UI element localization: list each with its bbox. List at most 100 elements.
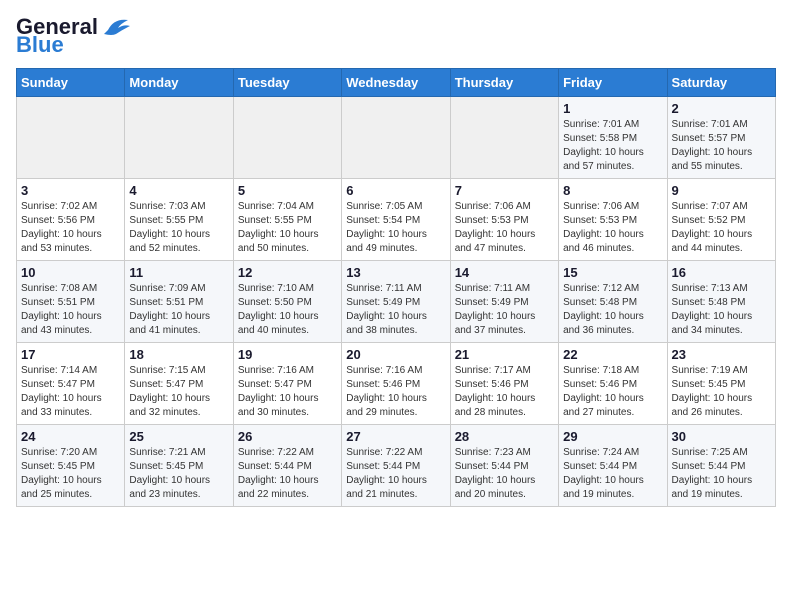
day-info: Sunrise: 7:24 AMSunset: 5:44 PMDaylight:… [563, 446, 662, 502]
week-row-2: 3 Sunrise: 7:02 AMSunset: 5:56 PMDaylight… [17, 179, 776, 261]
calendar-cell: 29 Sunrise: 7:24 AMSunset: 5:44 PMDayligh… [559, 425, 667, 507]
day-number: 28 [455, 429, 554, 444]
calendar-cell [450, 97, 558, 179]
calendar-cell: 1 Sunrise: 7:01 AMSunset: 5:58 PMDaylight… [559, 97, 667, 179]
day-number: 6 [346, 183, 445, 198]
day-number: 29 [563, 429, 662, 444]
day-info: Sunrise: 7:10 AMSunset: 5:50 PMDaylight:… [238, 282, 337, 338]
day-number: 3 [21, 183, 120, 198]
calendar-cell: 2 Sunrise: 7:01 AMSunset: 5:57 PMDaylight… [667, 97, 775, 179]
calendar-cell: 8Sunrise: 7:06 AMSunset: 5:53 PMDaylight… [559, 179, 667, 261]
day-number: 17 [21, 347, 120, 362]
day-info: Sunrise: 7:23 AMSunset: 5:44 PMDaylight:… [455, 446, 554, 502]
day-number: 26 [238, 429, 337, 444]
calendar-cell: 14Sunrise: 7:11 AMSunset: 5:49 PMDayligh… [450, 261, 558, 343]
logo: General Blue [16, 16, 132, 56]
day-number: 1 [563, 101, 662, 116]
calendar-cell: 23 Sunrise: 7:19 AMSunset: 5:45 PMDayligh… [667, 343, 775, 425]
day-number: 20 [346, 347, 445, 362]
calendar-cell: 9 Sunrise: 7:07 AMSunset: 5:52 PMDaylight… [667, 179, 775, 261]
day-info: Sunrise: 7:14 AMSunset: 5:47 PMDaylight:… [21, 364, 120, 420]
day-info: Sunrise: 7:08 AMSunset: 5:51 PMDaylight:… [21, 282, 120, 338]
day-info: Sunrise: 7:03 AMSunset: 5:55 PMDaylight:… [129, 200, 228, 256]
logo-blue-text: Blue [16, 34, 64, 56]
calendar-cell: 6 Sunrise: 7:05 AMSunset: 5:54 PMDaylight… [342, 179, 450, 261]
day-info: Sunrise: 7:15 AMSunset: 5:47 PMDaylight:… [129, 364, 228, 420]
calendar-cell [233, 97, 341, 179]
day-info: Sunrise: 7:05 AMSunset: 5:54 PMDaylight:… [346, 200, 445, 256]
calendar-cell: 3 Sunrise: 7:02 AMSunset: 5:56 PMDaylight… [17, 179, 125, 261]
day-number: 10 [21, 265, 120, 280]
day-info: Sunrise: 7:13 AMSunset: 5:48 PMDaylight:… [672, 282, 771, 338]
day-header-friday: Friday [559, 69, 667, 97]
calendar-cell [125, 97, 233, 179]
day-number: 16 [672, 265, 771, 280]
day-number: 5 [238, 183, 337, 198]
day-info: Sunrise: 7:22 AMSunset: 5:44 PMDaylight:… [238, 446, 337, 502]
calendar-cell: 17 Sunrise: 7:14 AMSunset: 5:47 PMDayligh… [17, 343, 125, 425]
day-number: 15 [563, 265, 662, 280]
day-number: 27 [346, 429, 445, 444]
calendar-cell: 28 Sunrise: 7:23 AMSunset: 5:44 PMDayligh… [450, 425, 558, 507]
day-header-saturday: Saturday [667, 69, 775, 97]
calendar-cell: 26 Sunrise: 7:22 AMSunset: 5:44 PMDayligh… [233, 425, 341, 507]
week-row-1: 1 Sunrise: 7:01 AMSunset: 5:58 PMDaylight… [17, 97, 776, 179]
day-number: 24 [21, 429, 120, 444]
day-info: Sunrise: 7:09 AMSunset: 5:51 PMDaylight:… [129, 282, 228, 338]
week-row-3: 10 Sunrise: 7:08 AMSunset: 5:51 PMDayligh… [17, 261, 776, 343]
day-header-thursday: Thursday [450, 69, 558, 97]
day-info: Sunrise: 7:18 AMSunset: 5:46 PMDaylight:… [563, 364, 662, 420]
day-info: Sunrise: 7:25 AMSunset: 5:44 PMDaylight:… [672, 446, 771, 502]
calendar-cell: 30 Sunrise: 7:25 AMSunset: 5:44 PMDayligh… [667, 425, 775, 507]
page-header: General Blue [16, 16, 776, 56]
day-info: Sunrise: 7:01 AMSunset: 5:57 PMDaylight:… [672, 118, 771, 174]
calendar-cell: 7 Sunrise: 7:06 AMSunset: 5:53 PMDaylight… [450, 179, 558, 261]
calendar-cell [17, 97, 125, 179]
day-info: Sunrise: 7:04 AMSunset: 5:55 PMDaylight:… [238, 200, 337, 256]
calendar-table: SundayMondayTuesdayWednesdayThursdayFrid… [16, 68, 776, 507]
day-info: Sunrise: 7:06 AMSunset: 5:53 PMDaylight:… [563, 200, 662, 256]
calendar-cell: 12Sunrise: 7:10 AMSunset: 5:50 PMDayligh… [233, 261, 341, 343]
calendar-cell: 16 Sunrise: 7:13 AMSunset: 5:48 PMDayligh… [667, 261, 775, 343]
day-info: Sunrise: 7:07 AMSunset: 5:52 PMDaylight:… [672, 200, 771, 256]
day-info: Sunrise: 7:02 AMSunset: 5:56 PMDaylight:… [21, 200, 120, 256]
week-row-5: 24Sunrise: 7:20 AMSunset: 5:45 PMDayligh… [17, 425, 776, 507]
day-info: Sunrise: 7:11 AMSunset: 5:49 PMDaylight:… [346, 282, 445, 338]
week-row-4: 17 Sunrise: 7:14 AMSunset: 5:47 PMDayligh… [17, 343, 776, 425]
day-number: 9 [672, 183, 771, 198]
day-header-monday: Monday [125, 69, 233, 97]
calendar-cell: 22 Sunrise: 7:18 AMSunset: 5:46 PMDayligh… [559, 343, 667, 425]
calendar-cell: 24Sunrise: 7:20 AMSunset: 5:45 PMDayligh… [17, 425, 125, 507]
day-info: Sunrise: 7:17 AMSunset: 5:46 PMDaylight:… [455, 364, 554, 420]
calendar-cell: 4 Sunrise: 7:03 AMSunset: 5:55 PMDaylight… [125, 179, 233, 261]
day-number: 4 [129, 183, 228, 198]
calendar-cell: 19 Sunrise: 7:16 AMSunset: 5:47 PMDayligh… [233, 343, 341, 425]
calendar-cell [342, 97, 450, 179]
day-number: 18 [129, 347, 228, 362]
day-info: Sunrise: 7:11 AMSunset: 5:49 PMDaylight:… [455, 282, 554, 338]
day-info: Sunrise: 7:06 AMSunset: 5:53 PMDaylight:… [455, 200, 554, 256]
day-number: 23 [672, 347, 771, 362]
day-info: Sunrise: 7:16 AMSunset: 5:47 PMDaylight:… [238, 364, 337, 420]
calendar-cell: 15Sunrise: 7:12 AMSunset: 5:48 PMDayligh… [559, 261, 667, 343]
day-number: 19 [238, 347, 337, 362]
day-number: 7 [455, 183, 554, 198]
day-number: 22 [563, 347, 662, 362]
day-info: Sunrise: 7:19 AMSunset: 5:45 PMDaylight:… [672, 364, 771, 420]
calendar-cell: 27Sunrise: 7:22 AMSunset: 5:44 PMDayligh… [342, 425, 450, 507]
day-number: 2 [672, 101, 771, 116]
calendar-cell: 18 Sunrise: 7:15 AMSunset: 5:47 PMDayligh… [125, 343, 233, 425]
day-header-wednesday: Wednesday [342, 69, 450, 97]
calendar-cell: 21Sunrise: 7:17 AMSunset: 5:46 PMDayligh… [450, 343, 558, 425]
calendar-cell: 20 Sunrise: 7:16 AMSunset: 5:46 PMDayligh… [342, 343, 450, 425]
calendar-cell: 10 Sunrise: 7:08 AMSunset: 5:51 PMDayligh… [17, 261, 125, 343]
calendar-cell: 11 Sunrise: 7:09 AMSunset: 5:51 PMDayligh… [125, 261, 233, 343]
day-number: 30 [672, 429, 771, 444]
day-number: 11 [129, 265, 228, 280]
calendar-cell: 5 Sunrise: 7:04 AMSunset: 5:55 PMDaylight… [233, 179, 341, 261]
calendar-cell: 25Sunrise: 7:21 AMSunset: 5:45 PMDayligh… [125, 425, 233, 507]
day-number: 25 [129, 429, 228, 444]
day-info: Sunrise: 7:01 AMSunset: 5:58 PMDaylight:… [563, 118, 662, 174]
days-header-row: SundayMondayTuesdayWednesdayThursdayFrid… [17, 69, 776, 97]
day-info: Sunrise: 7:16 AMSunset: 5:46 PMDaylight:… [346, 364, 445, 420]
